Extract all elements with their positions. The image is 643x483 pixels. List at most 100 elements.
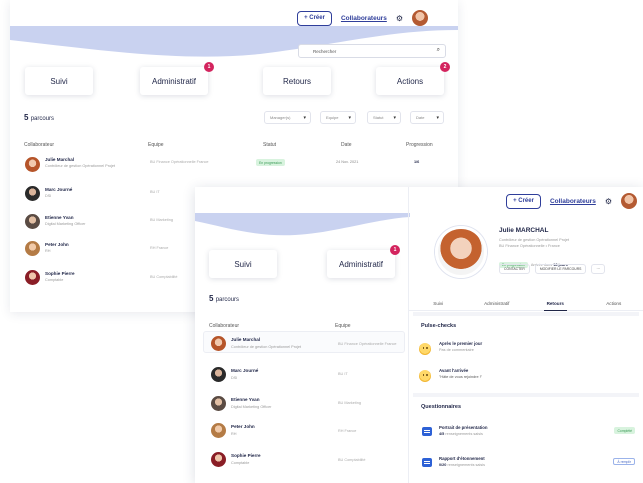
row-role: RH [45,249,51,253]
row-role: Contrôleur de gestion Opérationnel Proje… [231,345,302,349]
search-placeholder: Rechercher [313,48,337,54]
create-button[interactable]: + Créer [297,10,332,26]
tab-actions[interactable]: Actions [585,297,643,310]
column-header[interactable]: Date [341,142,352,148]
row-role: Comptable [45,278,64,282]
card-actions[interactable]: Actions 2 [376,62,450,95]
column-header[interactable]: Equipe [335,323,351,329]
pulse-item-title[interactable]: Après le premier jour [439,341,482,346]
user-avatar[interactable] [412,10,428,26]
gear-icon[interactable]: ⚙ [605,197,612,206]
row-name[interactable]: Marc Journé [231,368,258,373]
chevron-down-icon: ▾ [436,115,439,121]
collaborators-link[interactable]: Collaborateurs [341,15,387,22]
questionnaire-title[interactable]: Rapport d'étonnement [439,456,485,461]
avatar [25,214,40,229]
front-window: + Créer Collaborateurs ⚙ Suivi Administr… [195,187,643,483]
chevron-down-icon: ▾ [303,115,306,121]
avatar [25,241,40,256]
row-role: Contrôleur de gestion Opérationnel Proje… [45,164,116,168]
contact-button[interactable]: CONTACTER [499,264,530,274]
more-options-button[interactable]: ··· [591,264,605,274]
section-separator [413,312,639,316]
row-name[interactable]: Julie Marchal [45,157,74,162]
tab-suivi[interactable]: Suivi [409,297,468,310]
pulse-item-comment: "Hâte de vous rejoindre !" [439,375,483,379]
row-role: Digital Marketing Officer [45,222,86,226]
column-header[interactable]: Statut [263,142,276,148]
header-wave [195,213,410,236]
row-role: DSI [45,194,52,198]
card-label: Suivi [50,76,68,86]
date-filter[interactable]: Date ▾ [410,111,444,124]
card-retours[interactable]: Retours [263,67,331,95]
row-name[interactable]: Sophie Pierre [45,271,75,276]
row-name[interactable]: Julie Marchal [231,337,260,342]
profile-tabs: Suivi Administratif Retours Actions [409,297,643,311]
card-suivi[interactable]: Suivi [25,67,93,95]
questionnaire-title[interactable]: Portrait de présentation [439,425,487,430]
row-progress: 1/6 [414,160,420,164]
avatar [211,423,226,438]
manager-filter[interactable]: Manager(s) ▾ [264,111,311,124]
column-header[interactable]: Collaborateur [24,142,54,148]
tab-retours[interactable]: Retours [526,297,585,311]
card-label: Administratif [151,76,196,86]
column-header[interactable]: Equipe [148,142,164,148]
collaborators-link[interactable]: Collaborateurs [550,198,596,205]
top-bar: + Créer Collaborateurs ⚙ [297,10,428,26]
status-filter[interactable]: Statut ▾ [367,111,401,124]
row-team: RH France [150,246,169,250]
row-name[interactable]: Etienne Yvan [45,215,74,220]
row-role: Comptable [231,461,250,465]
happy-face-icon [419,370,431,382]
pulse-item-title[interactable]: Avant l'arrivée [439,368,468,373]
column-header[interactable]: Progression [406,142,433,148]
row-team: BU Marketing [338,401,362,405]
user-avatar[interactable] [621,193,637,209]
row-team: RH France [338,429,357,433]
row-name[interactable]: Sophie Pierre [231,453,261,458]
create-button[interactable]: + Créer [506,193,541,209]
avatar [25,157,40,172]
questionnaires-title: Questionnaires [421,404,462,410]
edit-journey-button[interactable]: MODIFIER LE PARCOURS [534,264,587,274]
row-team: BU Marketing [150,218,174,222]
profile-name: Julie MARCHAL [499,227,549,234]
gear-icon[interactable]: ⚙ [396,14,403,23]
avatar [211,396,226,411]
card-suivi[interactable]: Suivi [209,250,277,278]
row-name[interactable]: Peter John [45,242,69,247]
row-name[interactable]: Peter John [231,424,255,429]
card-administratif[interactable]: Administratif 1 [140,62,214,95]
row-role: Digital Marketing Officer [231,405,272,409]
questionnaire-progress: 0/20 renseignements saisis [439,463,486,467]
row-date: 24 Nov. 2021 [336,160,359,164]
row-team: BU Comptabilité [338,458,366,462]
top-bar: + Créer Collaborateurs ⚙ [506,193,637,209]
avatar [211,336,226,351]
journey-count: 5 parcours [209,294,240,303]
status-badge: Complété [614,427,635,434]
card-label: Retours [282,76,311,86]
row-name[interactable]: Marc Journé [45,187,72,192]
profile-panel: Julie MARCHAL Contrôleur de gestion Opér… [409,213,643,483]
profile-team: BU Finance Opérationnelle • France [499,244,560,248]
card-label: Actions [396,76,424,86]
avatar [211,367,226,382]
column-header[interactable]: Collaborateur [209,323,239,329]
chevron-down-icon: ▾ [348,115,351,121]
search-input[interactable]: Rechercher ⌕ [298,44,446,58]
card-administratif[interactable]: Administratif 1 [327,245,400,278]
status-badge: À remplir [613,458,635,465]
team-filter[interactable]: Equipe ▾ [320,111,356,124]
card-label: Suivi [234,259,252,269]
happy-face-icon [419,343,431,355]
tab-administratif[interactable]: Administratif [468,297,527,310]
form-icon [422,427,432,436]
notification-badge: 1 [204,62,214,72]
card-label: Administratif [338,259,383,269]
search-icon[interactable]: ⌕ [437,47,440,54]
questionnaire-progress: 4/5 renseignements saisis [439,432,483,436]
row-name[interactable]: Etienne Yvan [231,397,260,402]
